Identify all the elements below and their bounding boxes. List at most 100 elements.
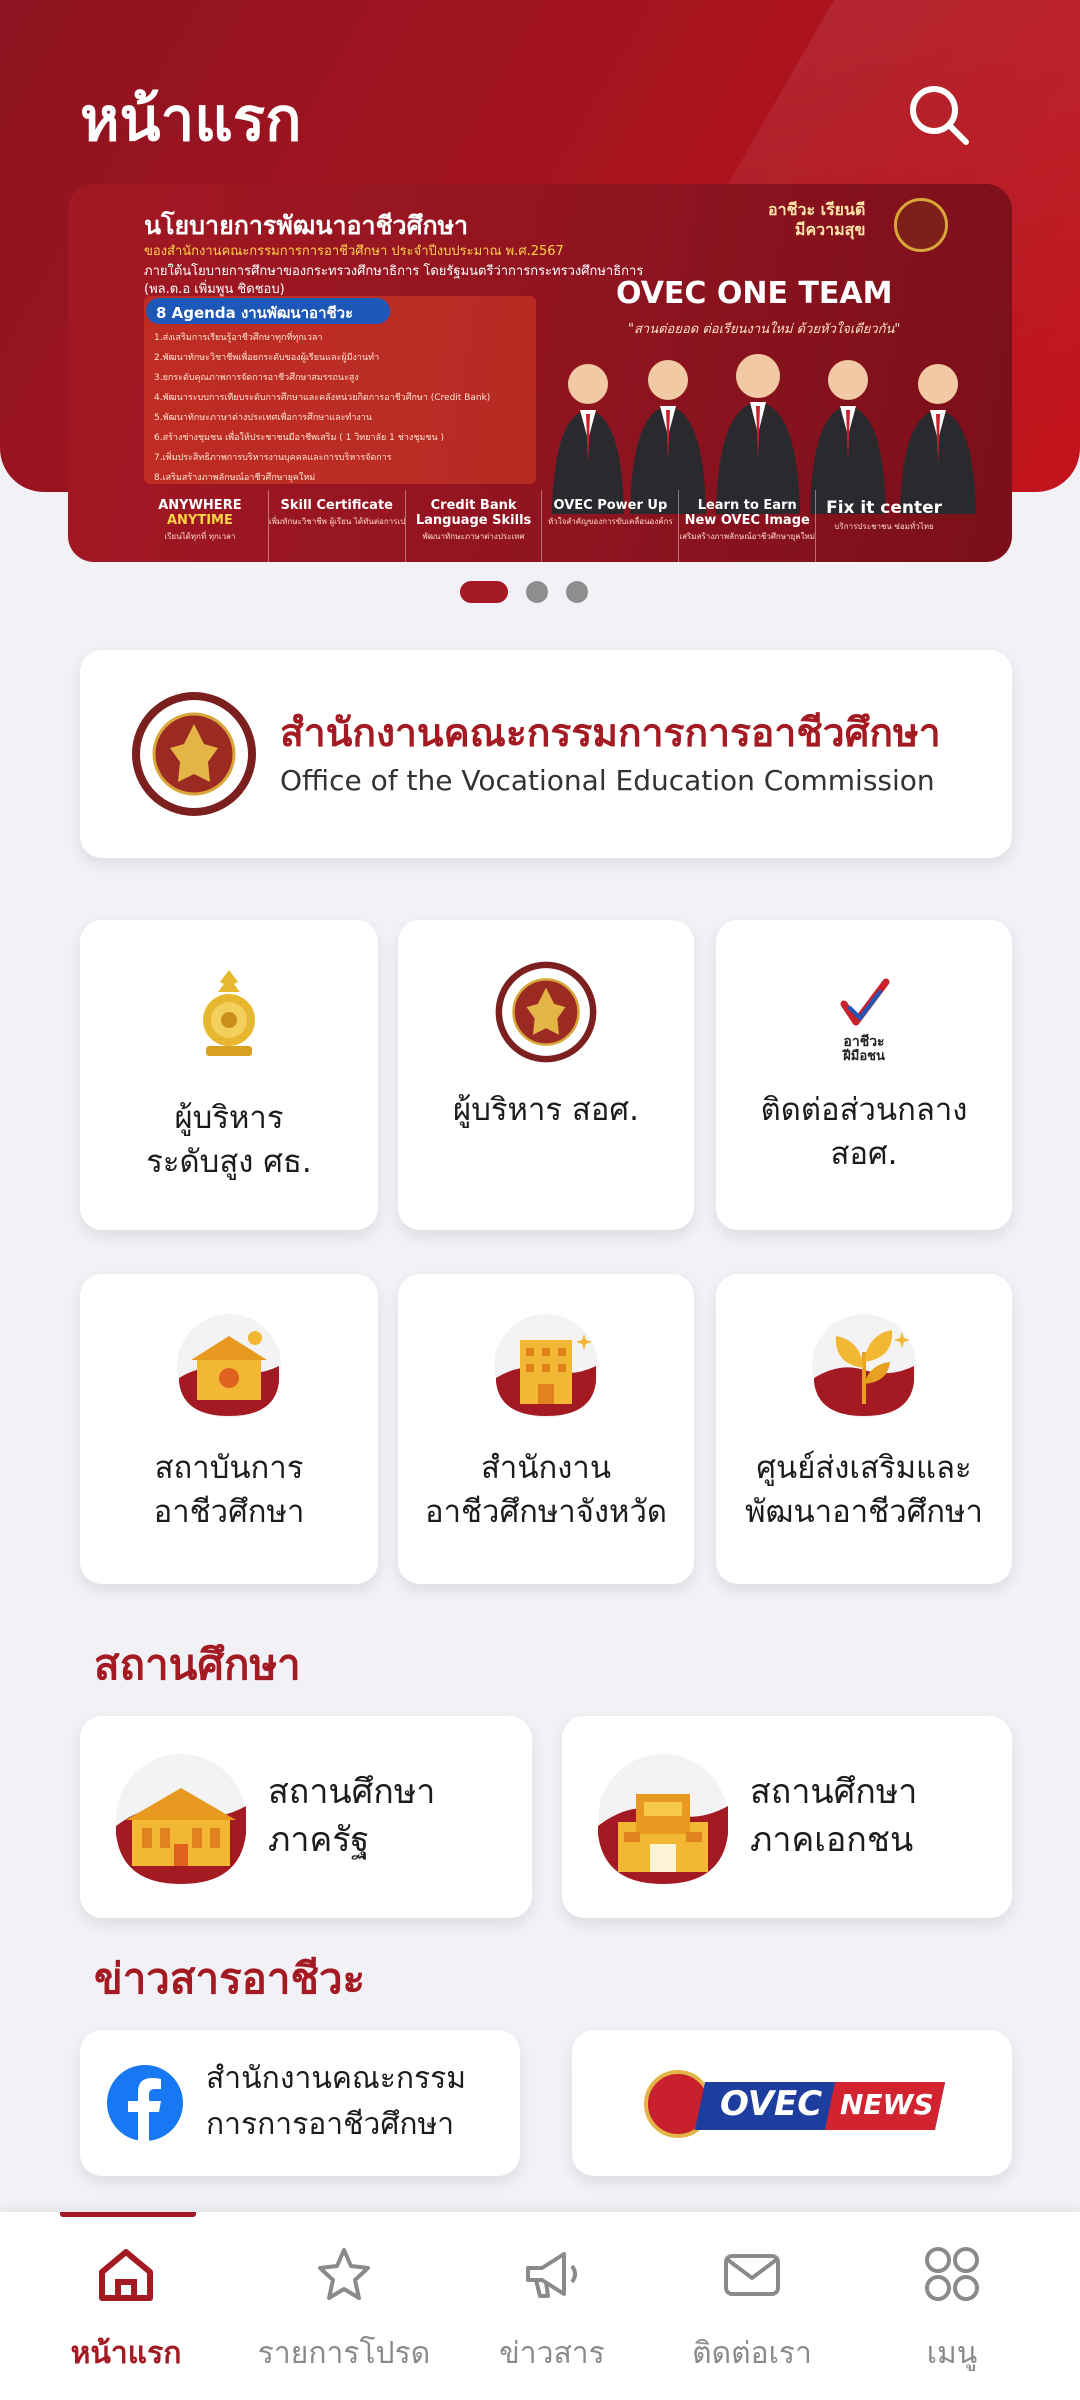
footer-small: เรียนได้ทุกที่ ทุกเวลา — [164, 532, 236, 541]
tile-provincial-office[interactable]: สำนักงาน อาชีวศึกษาจังหวัด — [398, 1274, 694, 1584]
mail-icon — [724, 2254, 780, 2296]
card-label-line: ภาครัฐ — [268, 1820, 370, 1860]
footer-small: เสริมสร้างภาพลักษณ์อาชีวศึกษายุคใหม่ — [679, 532, 816, 541]
footer-label: Learn to Earn — [697, 498, 797, 513]
agenda-item: 4.พัฒนาระบบการเทียบระดับการศึกษาและคลังห… — [154, 393, 491, 403]
banner-footer-item: Learn to Earn New OVEC Image เสริมสร้างภ… — [679, 490, 817, 562]
ovec-seal-icon — [132, 692, 256, 816]
tile-label-line: ศูนย์ส่งเสริมและ — [756, 1450, 972, 1486]
tile-label-line: ผู้บริหาร — [174, 1100, 284, 1136]
ovec-seal-icon — [894, 198, 948, 252]
logo-word-news: NEWS — [840, 2088, 934, 2121]
agenda-item: 6.สร้างช่างชุมชน เพื่อให้ประชาชนมีอาชีพเ… — [154, 433, 444, 443]
bottom-navigation: หน้าแรก รายการโปรด ข่าวสาร ติดต่อเรา เมน… — [0, 2212, 1080, 2400]
slogan-line: อาชีวะ เรียนดี — [768, 200, 866, 219]
tile-label-line: พัฒนาอาชีวศึกษา — [745, 1494, 983, 1530]
active-tab-indicator — [60, 2212, 196, 2217]
section-title-institutions: สถานศึกษา — [94, 1640, 301, 1689]
section-title-news: ข่าวสารอาชีวะ — [94, 1954, 366, 2003]
footer-label: Credit Bank — [430, 498, 517, 513]
agenda-list: 1.ส่งเสริมการเรียนรู้อาชีวศึกษาทุกที่ทุก… — [154, 330, 534, 490]
nav-news[interactable]: ข่าวสาร — [452, 2242, 652, 2377]
carousel-dot-active[interactable] — [460, 581, 508, 603]
home-icon — [99, 2249, 153, 2301]
card-label-line: สำนักงานคณะกรรม — [206, 2061, 467, 2096]
card-label-line: การการอาชีวศึกษา — [206, 2107, 455, 2142]
tile-label-line: อาชีวศึกษา — [153, 1494, 305, 1530]
banner-footer: ANYWHERE ANYTIME เรียนได้ทุกที่ ทุกเวลา … — [68, 490, 1012, 562]
agency-card[interactable]: สำนักงานคณะกรรมการการอาชีวศึกษา Office o… — [80, 650, 1012, 858]
agenda-item: 3.ยกระดับคุณภาพการจัดการอาชีวศึกษาสมรรถน… — [154, 373, 359, 383]
nav-label: หน้าแรก — [70, 2336, 182, 2371]
banner-subtitle: ของสำนักงานคณะกรรมการการอาชีวศึกษา ประจำ… — [144, 244, 564, 259]
footer-label: Skill Certificate — [280, 498, 393, 513]
star-icon — [318, 2248, 370, 2300]
public-school-building-icon — [116, 1754, 246, 1884]
tile-central-contact[interactable]: อาชีวะ ฝีมือชน ติดต่อส่วนกลาง สอศ. — [716, 920, 1012, 1230]
footer-label-2: ANYTIME — [166, 513, 233, 528]
agenda-item: 1.ส่งเสริมการเรียนรู้อาชีวศึกษาทุกที่ทุก… — [154, 333, 323, 343]
nav-label: ข่าวสาร — [499, 2336, 605, 2371]
megaphone-icon — [526, 2252, 577, 2298]
promo-banner[interactable]: นโยบายการพัฒนาอาชีวศึกษา ของสำนักงานคณะก… — [68, 184, 1012, 562]
tile-label-line: ติดต่อส่วนกลาง — [760, 1092, 968, 1128]
executives-group-image — [552, 354, 976, 514]
nav-favorites[interactable]: รายการโปรด — [244, 2242, 444, 2377]
nav-label: เมนู — [926, 2336, 978, 2371]
banner-team-title: OVEC ONE TEAM — [616, 276, 893, 311]
carousel-dot[interactable] — [566, 581, 588, 603]
footer-label: ANYWHERE — [158, 498, 242, 513]
nav-menu[interactable]: เมนู — [852, 2242, 1052, 2377]
ovec-news-logo: OVEC NEWS — [644, 2066, 946, 2142]
nav-contact[interactable]: ติดต่อเรา — [652, 2242, 852, 2377]
tile-promotion-center[interactable]: ศูนย์ส่งเสริมและ พัฒนาอาชีวศึกษา — [716, 1274, 1012, 1584]
slogan-line: มีความสุข — [794, 220, 866, 239]
moe-emblem-icon — [203, 970, 255, 1056]
carousel-dot[interactable] — [526, 581, 548, 603]
logo-text: อาชีวะ — [843, 1034, 885, 1050]
card-label-line: ภาคเอกชน — [750, 1820, 914, 1860]
agenda-item: 2.พัฒนาทักษะวิชาชีพเพื่อยกระดับของผู้เรี… — [154, 353, 380, 363]
banner-footer-item: OVEC Power Up หัวใจสำคัญของการขับเคลื่อน… — [542, 490, 680, 562]
card-private-institutions[interactable]: สถานศึกษา ภาคเอกชน — [562, 1716, 1012, 1918]
plant-leaf-icon — [812, 1314, 916, 1418]
card-label-line: สถานศึกษา — [268, 1772, 436, 1812]
tile-vocational-institutes[interactable]: สถาบันการ อาชีวศึกษา — [80, 1274, 378, 1584]
agenda-title: 8 Agenda งานพัฒนาอาชีวะ — [146, 298, 390, 324]
footer-small: เพิ่มทักษะวิชาชีพ ผู้เรียน ได้ทันต่อการเ… — [268, 517, 406, 526]
footer-small: หัวใจสำคัญของการขับเคลื่อนองค์กร — [548, 517, 673, 526]
footer-label-2: New OVEC Image — [684, 513, 810, 528]
hand-check-icon — [840, 978, 890, 1026]
tile-ovec-executives[interactable]: ผู้บริหาร สอศ. — [398, 920, 694, 1230]
nav-label: รายการโปรด — [257, 2336, 431, 2371]
page-title: หน้าแรก — [80, 85, 302, 155]
footer-label: Fix it center — [826, 498, 943, 518]
tile-moe-executives[interactable]: ผู้บริหาร ระดับสูง ศธ. — [80, 920, 378, 1230]
tile-label-line: สำนักงาน — [480, 1450, 612, 1486]
card-public-institutions[interactable]: สถานศึกษา ภาครัฐ — [80, 1716, 532, 1918]
footer-small: บริการประชาชน ซ่อมทั่วไทย — [834, 522, 934, 531]
card-label-line: สถานศึกษา — [750, 1772, 918, 1812]
provincial-office-building-icon — [494, 1314, 598, 1418]
agenda-item: 8.เสริมสร้างภาพลักษณ์อาชีวศึกษายุคใหม่ — [154, 473, 316, 483]
tile-label-line: ผู้บริหาร สอศ. — [453, 1092, 639, 1128]
logo-text: ฝีมือชน — [843, 1049, 885, 1064]
private-school-building-icon — [598, 1754, 728, 1884]
agenda-item: 5.พัฒนาทักษะภาษาต่างประเทศเพื่อการศึกษาแ… — [154, 413, 373, 423]
vocational-hand-logo-icon: อาชีวะ ฝีมือชน — [834, 974, 894, 1074]
card-facebook-page[interactable]: สำนักงานคณะกรรม การการอาชีวศึกษา — [80, 2030, 520, 2176]
card-ovec-news[interactable]: OVEC NEWS — [572, 2030, 1012, 2176]
banner-footer-item: ANYWHERE ANYTIME เรียนได้ทุกที่ ทุกเวลา — [132, 490, 269, 562]
search-button[interactable] — [904, 80, 976, 152]
agenda-item: 7.เพิ่มประสิทธิภาพการบริหารงานบุคคลและกา… — [154, 453, 392, 463]
banner-slogan: อาชีวะ เรียนดี มีความสุข — [768, 200, 865, 240]
tile-label-line: สอศ. — [830, 1136, 898, 1172]
tile-label-line: อาชีวศึกษาจังหวัด — [424, 1494, 668, 1530]
institute-building-icon — [177, 1314, 281, 1418]
ovec-seal-icon — [495, 961, 597, 1063]
footer-label-2: Language Skills — [415, 513, 532, 528]
footer-small: พัฒนาทักษะภาษาต่างประเทศ — [422, 532, 525, 541]
footer-label: OVEC Power Up — [553, 498, 668, 513]
nav-home[interactable]: หน้าแรก — [26, 2242, 226, 2377]
tile-label-line: ระดับสูง ศธ. — [146, 1144, 312, 1180]
